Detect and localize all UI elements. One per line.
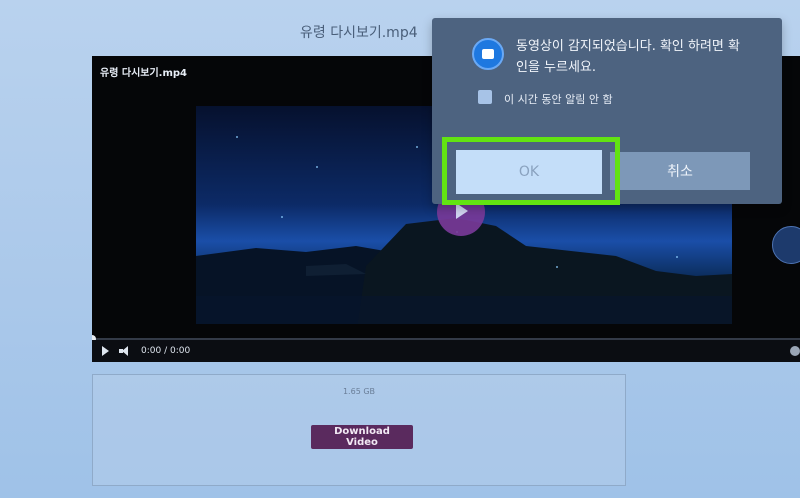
page-title: 유령 다시보기.mp4	[300, 25, 418, 41]
cancel-button[interactable]: 취소	[610, 152, 750, 190]
player-title: 유령 다시보기.mp4	[100, 68, 188, 79]
download-panel: 1.65 GB Download Video	[92, 374, 626, 486]
volume-icon[interactable]	[119, 346, 131, 356]
side-video-icon[interactable]	[772, 226, 800, 264]
dont-notify-label: 이 시간 동안 알림 안 함	[504, 93, 613, 106]
play-icon[interactable]	[102, 346, 109, 356]
settings-icon[interactable]	[790, 346, 800, 356]
file-size: 1.65 GB	[342, 387, 376, 396]
download-video-button[interactable]: Download Video	[311, 425, 413, 449]
time-display: 0:00 / 0:00	[141, 346, 191, 356]
play-icon	[456, 203, 468, 219]
video-camera-icon	[472, 38, 504, 70]
ok-highlight-box	[442, 137, 620, 205]
player-controls: 0:00 / 0:00	[92, 340, 800, 362]
dialog-message: 동영상이 감지되었습니다. 확인 하려면 확인을 누르세요.	[516, 39, 740, 75]
dont-notify-checkbox[interactable]	[478, 90, 492, 104]
